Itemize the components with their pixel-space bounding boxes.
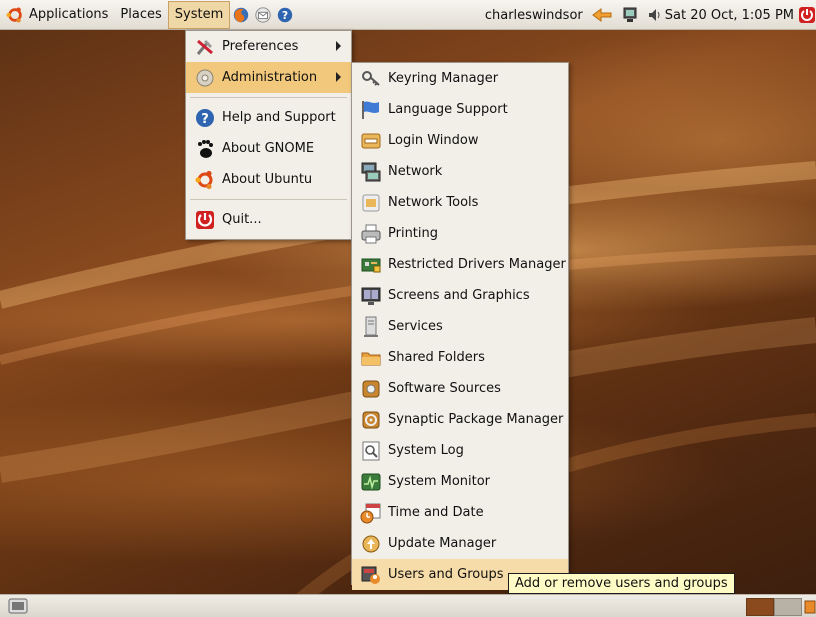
menu-item-label: Network [388, 164, 443, 179]
menu-item-administration[interactable]: Administration [186, 62, 351, 93]
places-menu-label: Places [120, 7, 162, 22]
applications-menu-label: Applications [29, 7, 109, 22]
top-panel: Applications Places System ? charleswind… [0, 0, 816, 30]
menu-item-label: Login Window [388, 133, 479, 148]
administration-submenu: Keyring Manager Language Support Login W… [351, 62, 569, 590]
menu-item-time-and-date[interactable]: Time and Date [352, 497, 568, 528]
menu-item-update-manager[interactable]: Update Manager [352, 528, 568, 559]
submenu-arrow-icon [336, 41, 341, 51]
show-desktop-icon[interactable] [8, 598, 28, 614]
username[interactable]: charleswindsor [485, 8, 583, 23]
system-menu[interactable]: System [167, 0, 231, 29]
firefox-launcher-icon[interactable] [232, 6, 250, 24]
menu-item-services[interactable]: Services [352, 311, 568, 342]
menu-item-label: About GNOME [222, 141, 315, 156]
time-date-icon [360, 503, 381, 523]
printer-icon [361, 224, 381, 243]
menu-item-label: About Ubuntu [222, 172, 313, 187]
trash-icon[interactable] [804, 598, 816, 614]
quit-icon [196, 210, 214, 229]
system-log-icon [362, 441, 380, 460]
clock[interactable]: Sat 20 Oct, 1:05 PM [665, 8, 794, 23]
menu-item-quit[interactable]: Quit... [186, 204, 351, 235]
menu-item-label: Synaptic Package Manager [388, 412, 564, 427]
system-menu-label: System [174, 7, 224, 22]
svg-text:?: ? [282, 9, 288, 22]
menu-item-shared-folders[interactable]: Shared Folders [352, 342, 568, 373]
menu-item-software-sources[interactable]: Software Sources [352, 373, 568, 404]
menu-item-system-log[interactable]: System Log [352, 435, 568, 466]
quit-panel-icon[interactable] [798, 6, 816, 24]
menu-item-system-monitor[interactable]: System Monitor [352, 466, 568, 497]
menu-item-label: Keyring Manager [388, 71, 499, 86]
language-flag-icon [362, 100, 379, 119]
menu-item-label: Printing [388, 226, 439, 241]
menu-item-label: System Log [388, 443, 464, 458]
menu-item-label: Screens and Graphics [388, 288, 530, 303]
help-launcher-icon[interactable]: ? [276, 6, 294, 24]
svg-text:?: ? [201, 112, 209, 127]
menu-item-about-ubuntu[interactable]: About Ubuntu [186, 164, 351, 195]
menu-item-restricted-drivers-manager[interactable]: Restricted Drivers Manager [352, 249, 568, 280]
menu-item-preferences[interactable]: Preferences [186, 31, 351, 62]
menu-separator [190, 199, 347, 200]
update-manager-icon [362, 535, 380, 552]
applications-menu[interactable]: Applications [0, 0, 114, 29]
menu-separator [190, 97, 347, 98]
menu-item-label: System Monitor [388, 474, 491, 489]
menu-item-network-tools[interactable]: Network Tools [352, 187, 568, 218]
synaptic-icon [362, 411, 380, 428]
users-groups-icon [361, 566, 380, 584]
menu-item-label: Network Tools [388, 195, 479, 210]
network-icon [361, 162, 381, 181]
system-monitor-icon [361, 473, 381, 490]
login-window-icon [361, 133, 381, 148]
menu-item-label: Language Support [388, 102, 508, 117]
menu-item-synaptic-package-manager[interactable]: Synaptic Package Manager [352, 404, 568, 435]
help-icon: ? [196, 108, 214, 127]
menu-item-screens-and-graphics[interactable]: Screens and Graphics [352, 280, 568, 311]
services-icon [364, 316, 378, 337]
menu-item-label: Software Sources [388, 381, 501, 396]
administration-icon [196, 69, 214, 86]
submenu-arrow-icon [336, 72, 341, 82]
network-status-icon[interactable] [621, 6, 639, 24]
ubuntu-logo-icon [195, 170, 213, 189]
menu-item-network[interactable]: Network [352, 156, 568, 187]
tooltip-users-and-groups: Add or remove users and groups [508, 573, 735, 594]
system-menu-dropdown: Preferences Administration ? Help and Su… [185, 30, 352, 240]
gnome-foot-icon [198, 139, 213, 158]
menu-item-label: Update Manager [388, 536, 497, 551]
network-tools-icon [362, 194, 380, 211]
menu-item-label: Time and Date [388, 505, 484, 520]
restricted-drivers-icon [361, 258, 381, 272]
menu-item-label: Restricted Drivers Manager [388, 257, 566, 272]
menu-item-label: Quit... [222, 212, 262, 227]
menu-item-label: Preferences [222, 39, 299, 54]
menu-item-label: Services [388, 319, 443, 334]
menu-item-label: Help and Support [222, 110, 336, 125]
menu-item-about-gnome[interactable]: About GNOME [186, 133, 351, 164]
volume-icon[interactable] [647, 7, 663, 23]
workspace-1[interactable] [746, 598, 774, 616]
preferences-icon [196, 39, 213, 55]
menu-item-label: Shared Folders [388, 350, 485, 365]
menu-item-keyring-manager[interactable]: Keyring Manager [352, 63, 568, 94]
screens-graphics-icon [361, 287, 381, 305]
workspace-2[interactable] [774, 598, 802, 616]
menu-item-language-support[interactable]: Language Support [352, 94, 568, 125]
places-menu[interactable]: Places [114, 0, 167, 29]
menu-item-label: Users and Groups [388, 567, 504, 582]
software-sources-icon [362, 380, 380, 397]
bottom-panel [0, 594, 816, 617]
keyring-icon [362, 70, 380, 86]
menu-item-label: Administration [222, 70, 318, 85]
menu-item-help-and-support[interactable]: ? Help and Support [186, 102, 351, 133]
menu-item-printing[interactable]: Printing [352, 218, 568, 249]
ubuntu-logo-icon [6, 6, 22, 23]
menu-item-login-window[interactable]: Login Window [352, 125, 568, 156]
email-launcher-icon[interactable] [254, 6, 272, 24]
switch-user-icon[interactable] [591, 6, 613, 24]
shared-folder-icon [361, 352, 381, 365]
